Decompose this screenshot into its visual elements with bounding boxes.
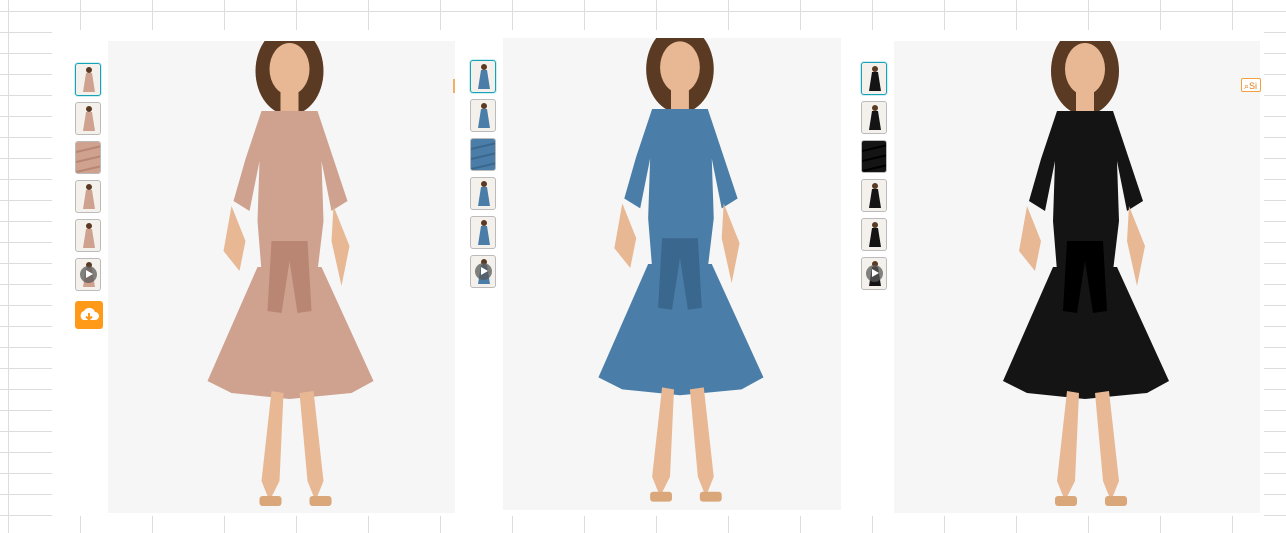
thumbnail-list-2 xyxy=(470,60,496,288)
thumbnail-list-3 xyxy=(861,62,887,290)
model-dress-blue xyxy=(503,38,841,510)
thumbnail-5[interactable] xyxy=(470,216,496,249)
thumbnail-4[interactable] xyxy=(470,177,496,210)
main-product-image-1[interactable] xyxy=(108,41,455,513)
play-icon xyxy=(475,263,492,280)
thumbnail-1[interactable] xyxy=(470,60,496,93)
main-product-image-3[interactable] xyxy=(894,41,1260,513)
thumbnail-1[interactable] xyxy=(75,63,101,96)
main-product-image-2[interactable] xyxy=(503,38,841,510)
thumbnail-3[interactable] xyxy=(470,138,496,171)
model-dress-blush xyxy=(108,41,455,513)
thumbnail-2[interactable] xyxy=(470,99,496,132)
thumbnail-3[interactable] xyxy=(75,141,101,174)
thumbnail-6[interactable] xyxy=(861,257,887,290)
thumbnail-2[interactable] xyxy=(75,102,101,135)
thumbnail-1[interactable] xyxy=(861,62,887,95)
thumbnail-4[interactable] xyxy=(861,179,887,212)
zoom-search-button[interactable]: ⌕Si xyxy=(1241,78,1261,92)
zoom-label: Si xyxy=(1249,81,1258,91)
thumbnail-2[interactable] xyxy=(861,101,887,134)
thumbnail-5[interactable] xyxy=(861,218,887,251)
thumbnail-3[interactable] xyxy=(861,140,887,173)
thumbnail-list-1 xyxy=(75,63,103,329)
cloud-download-icon xyxy=(80,307,99,321)
play-icon xyxy=(866,265,883,282)
thumbnail-5[interactable] xyxy=(75,219,101,252)
edge-marker xyxy=(453,79,455,93)
cloud-download-button[interactable] xyxy=(75,301,103,329)
thumbnail-6[interactable] xyxy=(75,258,101,291)
play-icon xyxy=(80,266,97,283)
model-dress-black xyxy=(894,41,1260,513)
thumbnail-6[interactable] xyxy=(470,255,496,288)
thumbnail-4[interactable] xyxy=(75,180,101,213)
